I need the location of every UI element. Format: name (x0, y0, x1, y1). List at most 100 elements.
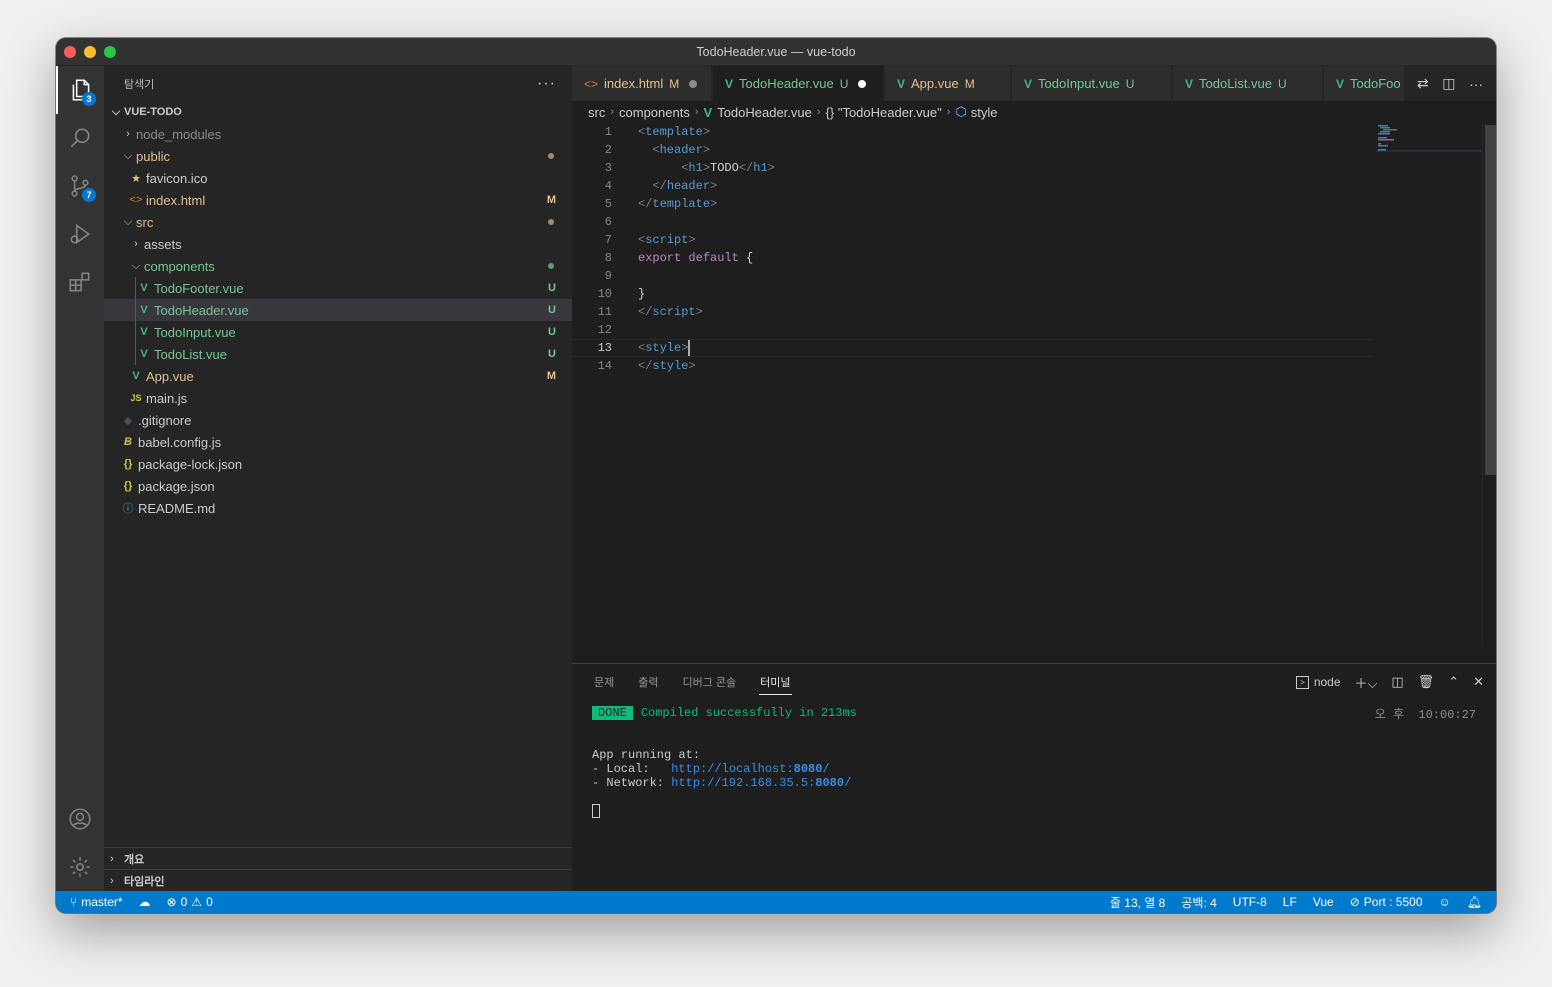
tree-item-package-lock[interactable]: {} package-lock.json (104, 453, 572, 475)
tree-item-todolist[interactable]: V TodoList.vue U (104, 343, 572, 365)
tree-item-babel-config[interactable]: B babel.config.js (104, 431, 572, 453)
network-url[interactable]: http://192.168.35.5:8080/ (671, 776, 851, 790)
search-button[interactable] (56, 114, 104, 162)
extensions-button[interactable] (56, 258, 104, 306)
tree-item-node-modules[interactable]: › node_modules (104, 123, 572, 145)
branch-name: master* (81, 895, 123, 909)
vue-icon: V (140, 326, 148, 338)
language-mode[interactable]: Vue (1305, 895, 1342, 909)
split-terminal-icon[interactable]: ◫ (1391, 674, 1403, 690)
tree-item-assets[interactable]: › assets (104, 233, 572, 255)
tree-item-package-json[interactable]: {} package.json (104, 475, 572, 497)
git-branch-icon: ⑂ (70, 895, 78, 909)
breadcrumb-style[interactable]: style (971, 105, 998, 120)
sync-status[interactable]: ☁︎ (131, 895, 159, 909)
cursor-position[interactable]: 줄 13, 열 8 (1102, 894, 1173, 911)
more-actions-icon[interactable]: ··· (1469, 76, 1483, 92)
breadcrumb-src[interactable]: src (588, 105, 605, 120)
port-label: Port : 5500 (1363, 895, 1423, 909)
tree-item-label: TodoInput.vue (154, 324, 236, 340)
tree-item-todoinput[interactable]: V TodoInput.vue U (104, 321, 572, 343)
vue-icon: V (140, 304, 148, 316)
code-editor[interactable]: 1 <template> 2 <header> 3 <h1>TODO</h1> 4… (572, 123, 1496, 643)
network-port: 8080 (815, 776, 845, 790)
no-entry-icon: ⊘ (1349, 895, 1360, 909)
vue-icon: V (140, 348, 148, 360)
tab-debug-console[interactable]: 디버그 콘솔 (671, 664, 749, 700)
run-debug-button[interactable] (56, 210, 104, 258)
breadcrumb-components[interactable]: components (619, 105, 690, 120)
terminal-selector[interactable]: > node (1296, 675, 1341, 689)
tab-terminal[interactable]: 터미널 (748, 664, 802, 700)
search-icon (70, 128, 90, 148)
accounts-button[interactable] (56, 795, 104, 843)
tree-item-index-html[interactable]: <> index.html M (104, 189, 572, 211)
tab-todoheader[interactable]: V TodoHeader.vue U (713, 66, 884, 101)
line-number: 13 (597, 341, 612, 355)
tab-index-html[interactable]: <> index.html M (572, 66, 712, 101)
tab-todolist[interactable]: V TodoList.vue U (1173, 66, 1323, 101)
compare-changes-icon[interactable]: ⇄ (1417, 75, 1429, 92)
new-terminal-icon[interactable]: ＋⌵ (1355, 673, 1378, 692)
outline-section[interactable]: › 개요 (104, 847, 572, 869)
tree-item-todoheader[interactable]: V TodoHeader.vue U (104, 299, 572, 321)
line-number: 3 (604, 161, 612, 175)
tree-root[interactable]: ⌵ VUE-TODO (104, 101, 572, 123)
encoding[interactable]: UTF-8 (1225, 895, 1275, 909)
source-control-button[interactable]: 7 (56, 162, 104, 210)
git-status-badge: M (546, 194, 556, 206)
close-panel-icon[interactable]: ✕ (1473, 674, 1484, 690)
tree-item-label: favicon.ico (146, 170, 208, 186)
tree-item-app-vue[interactable]: V App.vue M (104, 365, 572, 387)
tab-problems[interactable]: 문제 (582, 664, 626, 700)
tree-item-public[interactable]: ⌵ public (104, 145, 572, 167)
maximize-window-button[interactable] (104, 46, 116, 58)
run-debug-icon (70, 223, 90, 245)
problems-status[interactable]: ⊗ 0 ⚠ 0 (159, 895, 221, 909)
tree-item-todofooter[interactable]: V TodoFooter.vue U (104, 277, 572, 299)
tab-output[interactable]: 출력 (626, 664, 670, 700)
timeline-section[interactable]: › 타임라인 (104, 869, 572, 891)
network-url-host: http://192.168.35.5: (671, 776, 816, 790)
tab-app-vue[interactable]: V App.vue M (885, 66, 1011, 101)
bell-icon: 🔔︎ (1466, 895, 1482, 909)
vue-icon: V (140, 282, 148, 294)
minimize-window-button[interactable] (84, 46, 96, 58)
feedback-button[interactable]: ☺︎ (1431, 895, 1459, 909)
manage-button[interactable] (56, 843, 104, 891)
breadcrumb-file[interactable]: TodoHeader.vue (717, 105, 812, 120)
line-number: 4 (604, 179, 612, 193)
minimap[interactable] (1376, 123, 1482, 643)
chevron-down-icon: ⌵ (111, 105, 121, 118)
code-line: 12 (572, 321, 1372, 339)
chevron-down-icon: ⌵ (131, 259, 141, 272)
tree-item-gitignore[interactable]: ◆ .gitignore (104, 409, 572, 431)
indentation[interactable]: 공백: 4 (1173, 894, 1224, 911)
babel-icon: B (124, 436, 132, 448)
chevron-right-icon: › (110, 874, 114, 887)
tree-item-components[interactable]: ⌵ components (104, 255, 572, 277)
notifications-button[interactable]: 🔔︎ (1459, 895, 1496, 909)
unsaved-dot-icon[interactable] (858, 79, 867, 88)
live-server-port[interactable]: ⊘ Port : 5500 (1342, 895, 1431, 909)
tree-item-label: README.md (138, 500, 216, 516)
end-of-line[interactable]: LF (1275, 895, 1305, 909)
tree-item-main-js[interactable]: JS main.js (104, 387, 572, 409)
trash-icon[interactable]: 🗑︎ (1418, 674, 1435, 690)
split-editor-icon[interactable]: ◫ (1442, 75, 1455, 92)
editor-scrollbar[interactable] (1482, 123, 1496, 643)
tab-todoinput[interactable]: V TodoInput.vue U (1012, 66, 1172, 101)
explorer-button[interactable]: 3 (56, 66, 104, 114)
terminal-icon: > (1296, 675, 1309, 689)
window-title: TodoHeader.vue — vue-todo (696, 44, 856, 59)
maximize-panel-icon[interactable]: ⌃ (1448, 674, 1459, 690)
explorer-more-button[interactable]: ··· (537, 75, 556, 93)
branch-status[interactable]: ⑂ master* (56, 895, 131, 909)
tree-item-readme[interactable]: ⓘ README.md (104, 497, 572, 519)
breadcrumb-object[interactable]: {} "TodoHeader.vue" (826, 105, 942, 120)
local-url[interactable]: http://localhost:8080/ (671, 762, 829, 776)
close-window-button[interactable] (64, 46, 76, 58)
tree-item-src[interactable]: ⌵ src (104, 211, 572, 233)
scrollbar-thumb[interactable] (1485, 125, 1496, 475)
tree-item-favicon[interactable]: ★ favicon.ico (104, 167, 572, 189)
